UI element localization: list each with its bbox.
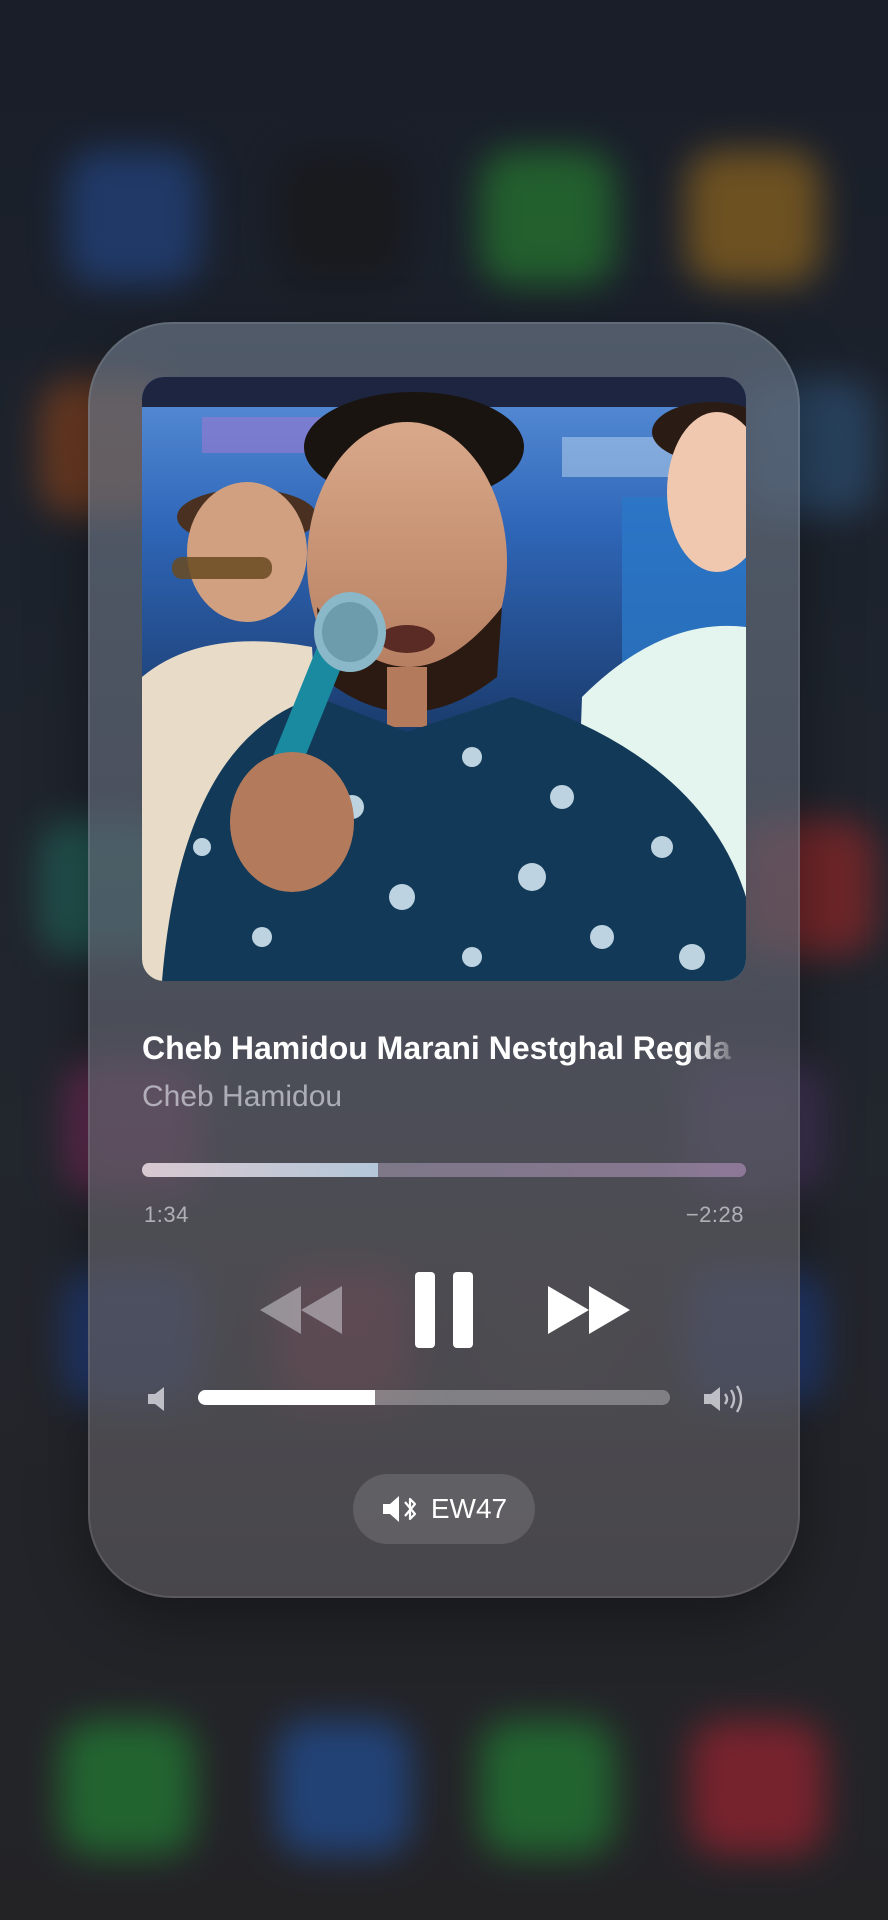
- pause-icon: [415, 1272, 473, 1348]
- album-artwork: [142, 377, 746, 981]
- fast-forward-button[interactable]: [544, 1280, 634, 1340]
- volume-high-icon: [704, 1385, 743, 1413]
- time-elapsed: 1:34: [144, 1202, 189, 1227]
- volume-slider[interactable]: [198, 1390, 670, 1405]
- volume-low-icon: [148, 1387, 164, 1411]
- audio-output-button[interactable]: EW47: [353, 1474, 535, 1544]
- pause-button[interactable]: [404, 1260, 484, 1360]
- fast-forward-icon: [548, 1286, 630, 1334]
- playback-progress-fill: [142, 1163, 378, 1177]
- rewind-button[interactable]: [256, 1280, 346, 1340]
- playback-controls: [88, 1260, 800, 1360]
- time-remaining: −2:28: [685, 1202, 744, 1227]
- output-device-name: EW47: [430, 1493, 508, 1524]
- now-playing-card: Cheb Hamidou Marani Nestghal Regda Cheb …: [88, 322, 800, 1598]
- playback-progress-bar[interactable]: [142, 1163, 746, 1177]
- song-title[interactable]: Cheb Hamidou Marani Nestghal Regda: [142, 1030, 746, 1067]
- song-artist[interactable]: Cheb Hamidou: [142, 1080, 342, 1114]
- volume-slider-fill: [198, 1390, 375, 1405]
- rewind-icon: [260, 1286, 342, 1334]
- speaker-bluetooth-icon: [382, 1496, 416, 1522]
